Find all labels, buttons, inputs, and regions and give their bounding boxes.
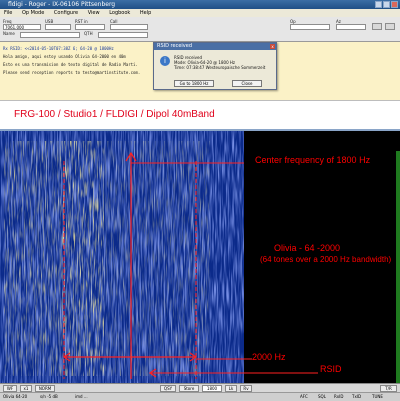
menu-view[interactable]: View (88, 10, 100, 16)
status-mode[interactable]: Olivia 64-20 (3, 393, 27, 400)
sql-toggle[interactable]: SQL (318, 393, 326, 400)
waterfall-scrollbar (396, 151, 400, 383)
zoom-button[interactable]: x1 (20, 385, 32, 392)
close-icon[interactable]: x (270, 44, 275, 49)
log-controls: Freq 7061.000 USB RST in Call Name QTH O… (0, 17, 400, 42)
tune-button[interactable]: TUNE (372, 393, 383, 400)
rsid-dialog: RSID received x i RSID received Mode: Ol… (153, 42, 277, 90)
menu-help[interactable]: Help (140, 10, 151, 16)
qsy-button[interactable]: QSY (160, 385, 176, 392)
rx-line-rsid: Rx RSID: <<2014-05-10T07:38Z 6; 64-20 @ … (3, 46, 114, 51)
mode-select[interactable] (45, 24, 71, 30)
go-to-freq-button[interactable]: Go to 1800 Hz (174, 80, 214, 87)
qth-label: QTH (84, 31, 93, 36)
window-titlebar: fldigi - Roger - IX-06106 Pittsenberg (0, 0, 400, 9)
annotation-rsid: RSID (320, 364, 342, 374)
tuned-freq-field[interactable]: 1800 (202, 385, 222, 392)
close-icon[interactable] (391, 1, 398, 8)
rx-line: Hola amigo, aqui estoy usando Olivia 64-… (3, 54, 126, 59)
rx-line: Please send reception reports to testo@m… (3, 70, 141, 75)
wf-mode-button[interactable]: WF (3, 385, 17, 392)
rxid-toggle[interactable]: RxID (334, 393, 343, 400)
tr-button[interactable]: T/R (380, 385, 397, 392)
menu-logbook[interactable]: Logbook (109, 10, 130, 16)
reverse-button[interactable]: Rv (240, 385, 252, 392)
afc-toggle[interactable]: AFC (300, 393, 308, 400)
qth-field[interactable] (98, 32, 148, 38)
menu-file[interactable]: File (4, 10, 12, 16)
minimize-icon[interactable] (375, 1, 382, 8)
waterfall[interactable]: Center frequency of 1800 Hz Olivia - 64 … (0, 131, 400, 383)
menu-configure[interactable]: Configure (54, 10, 78, 16)
window-title: fldigi - Roger - IX-06106 Pittsenberg (8, 1, 116, 8)
rx-line: Esto es una transmision de texto digital… (3, 62, 138, 67)
rsid-dialog-title: RSID received (154, 43, 276, 50)
annotation-bandwidth: 2000 Hz (252, 352, 286, 362)
rsid-line: Time: 07:38:47 Westeuropaische Sommerzei… (174, 65, 266, 70)
call-field[interactable] (110, 24, 148, 30)
station-banner: FRG-100 / Studio1 / FLDIGI / Dipol 40mBa… (0, 101, 400, 131)
lock-button[interactable]: Lk (225, 385, 237, 392)
name-field[interactable] (20, 32, 80, 38)
waterfall-signal-band (60, 141, 210, 376)
speed-button[interactable]: NORM (35, 385, 55, 392)
txid-toggle[interactable]: TxID (352, 393, 361, 400)
annotation-tones: (64 tones over a 2000 Hz bandwidth) (260, 255, 392, 264)
maximize-icon[interactable] (383, 1, 390, 8)
store-button[interactable]: Store (179, 385, 199, 392)
annotation-center: Center frequency of 1800 Hz (255, 155, 371, 165)
close-button[interactable]: Close (232, 80, 262, 87)
clear-button[interactable] (372, 23, 382, 30)
rst-field[interactable] (75, 24, 105, 30)
az-field[interactable] (336, 24, 366, 30)
banner-text: FRG-100 / Studio1 / FLDIGI / Dipol 40mBa… (14, 109, 215, 120)
info-icon: i (160, 56, 170, 66)
save-button[interactable] (385, 23, 395, 30)
status-imd: imd ... (75, 394, 88, 399)
op-field[interactable] (290, 24, 330, 30)
menu-op-mode[interactable]: Op Mode (22, 10, 44, 16)
annotation-mode: Olivia - 64 -2000 (274, 243, 341, 253)
frequency-field[interactable]: 7061.000 (3, 24, 41, 30)
name-label: Name (3, 31, 15, 36)
status-sn: s/n -5 dB (40, 394, 58, 399)
